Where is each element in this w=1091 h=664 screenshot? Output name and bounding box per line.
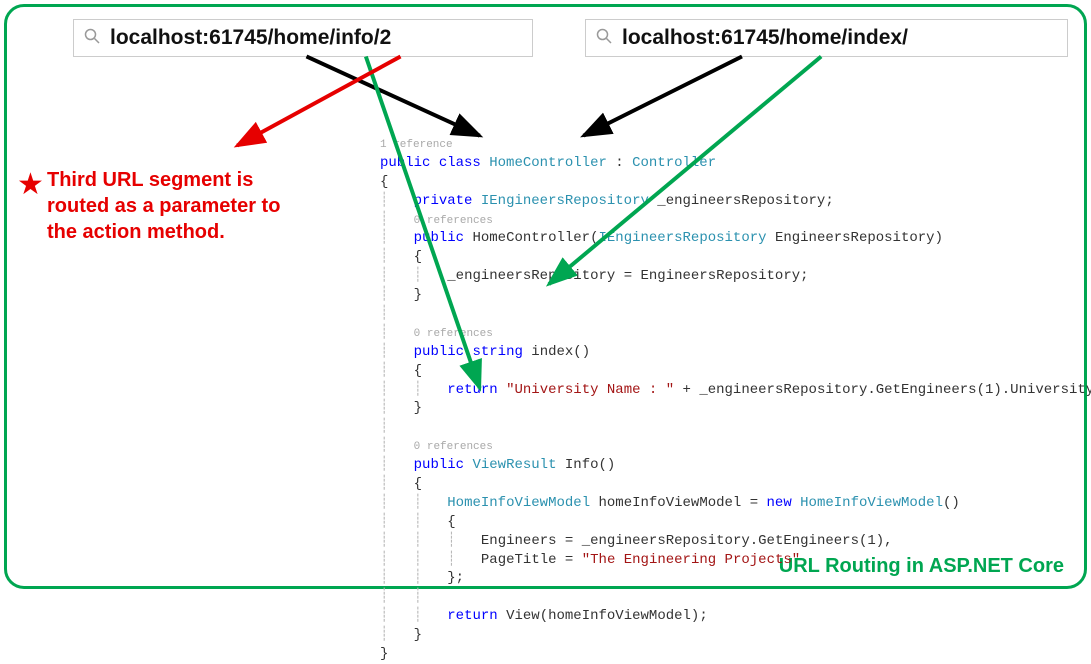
arrow-left-to-class — [306, 56, 479, 135]
search-icon — [596, 28, 612, 49]
diagram-frame: localhost:61745/home/info/2 localhost:61… — [4, 4, 1087, 589]
url-box-left: localhost:61745/home/info/2 — [73, 19, 533, 57]
arrow-param-to-callout — [237, 56, 400, 145]
star-icon: ★ — [17, 167, 44, 202]
callout-line2: routed as a parameter to — [47, 193, 280, 219]
code-block: 1 reference public class HomeController … — [380, 135, 1091, 664]
callout-line3: the action method. — [47, 219, 280, 245]
search-icon — [84, 28, 100, 49]
callout-text: Third URL segment is routed as a paramet… — [47, 167, 280, 245]
url-left-text: localhost:61745/home/info/2 — [110, 26, 391, 50]
url-box-right: localhost:61745/home/index/ — [585, 19, 1068, 57]
arrow-right-to-class — [584, 56, 742, 135]
callout-line1: Third URL segment is — [47, 167, 280, 193]
url-right-text: localhost:61745/home/index/ — [622, 26, 908, 50]
